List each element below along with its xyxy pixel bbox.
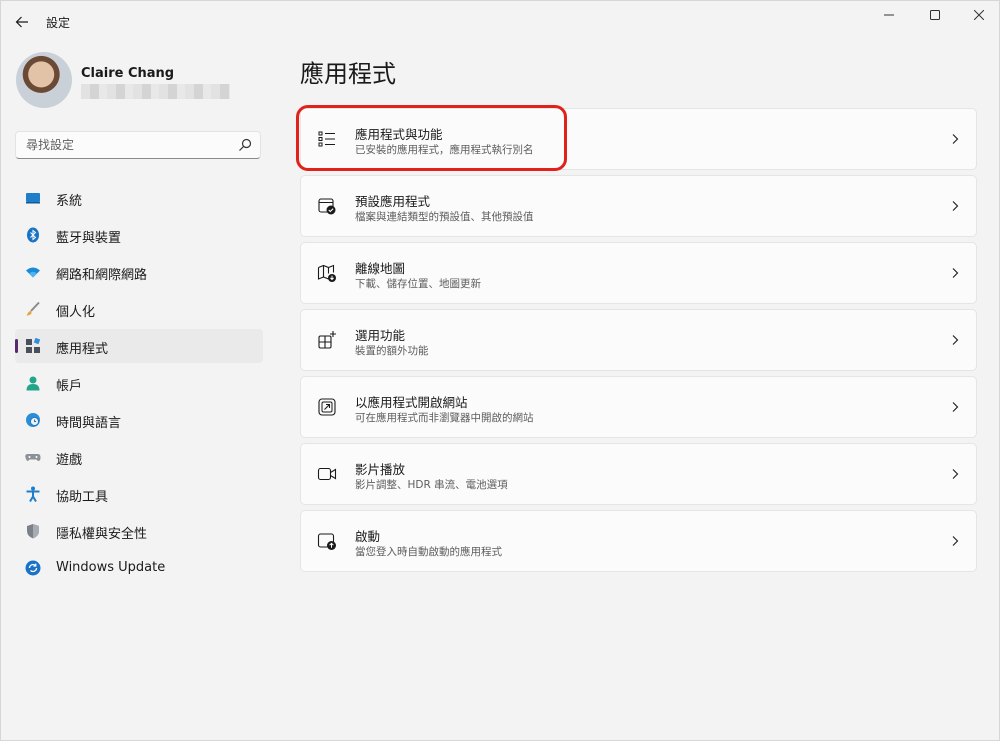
sidebar-item-label: 時間與語言 <box>56 416 122 431</box>
sidebar-item-gaming[interactable]: 遊戲 <box>15 440 263 474</box>
card-title: 應用程式與功能 <box>355 127 443 142</box>
card-startup[interactable]: 啟動 當您登入時自動啟動的應用程式 <box>300 510 977 572</box>
chevron-right-icon <box>952 402 959 412</box>
sidebar-item-label: 藍牙與裝置 <box>56 231 122 246</box>
search-icon[interactable] <box>238 138 252 152</box>
card-title: 預設應用程式 <box>355 194 431 209</box>
minimize-icon <box>884 14 894 16</box>
card-subtitle: 裝置的額外功能 <box>355 345 429 357</box>
card-apps-and-features[interactable]: 應用程式與功能 已安裝的應用程式，應用程式執行別名 <box>300 108 977 170</box>
update-icon <box>25 560 41 576</box>
sidebar-item-apps[interactable]: 應用程式 <box>15 329 263 363</box>
avatar[interactable] <box>16 52 72 108</box>
chevron-right-icon <box>952 469 959 479</box>
sidebar-nav: 系統 藍牙與裝置 網路和網際網路 個人化 應用程式 帳戶 時間與語言 遊戲 協助… <box>15 181 263 588</box>
system-icon <box>25 190 41 206</box>
minimize-button[interactable] <box>866 0 912 30</box>
settings-list: 應用程式與功能 已安裝的應用程式，應用程式執行別名 預設應用程式 檔案與連結類型… <box>300 108 977 577</box>
sidebar-item-label: Windows Update <box>56 560 166 575</box>
sidebar-item-label: 協助工具 <box>56 490 109 505</box>
chevron-right-icon <box>952 134 959 144</box>
card-title: 啟動 <box>355 529 381 544</box>
chevron-right-icon <box>952 536 959 546</box>
card-subtitle: 當您登入時自動啟動的應用程式 <box>355 546 502 558</box>
card-default-apps[interactable]: 預設應用程式 檔案與連結類型的預設值、其他預設值 <box>300 175 977 237</box>
brush-icon <box>25 301 41 317</box>
card-title: 影片播放 <box>355 462 406 477</box>
page-title: 應用程式 <box>300 60 396 88</box>
user-name: Claire Chang <box>81 66 175 81</box>
shield-icon <box>25 523 41 539</box>
open-website-icon <box>318 398 336 416</box>
card-offline-maps[interactable]: 離線地圖 下載、儲存位置、地圖更新 <box>300 242 977 304</box>
sidebar-item-label: 系統 <box>56 194 83 209</box>
card-video-playback[interactable]: 影片播放 影片調整、HDR 串流、電池選項 <box>300 443 977 505</box>
back-arrow-icon <box>15 16 28 28</box>
video-icon <box>317 467 337 481</box>
bluetooth-icon <box>25 227 41 243</box>
title-bar: 設定 <box>0 0 1000 44</box>
user-email-redacted <box>81 84 230 99</box>
chevron-right-icon <box>952 201 959 211</box>
wifi-icon <box>25 264 41 280</box>
card-title: 以應用程式開啟網站 <box>355 395 468 410</box>
maximize-button[interactable] <box>912 0 958 30</box>
search-box[interactable] <box>15 131 261 159</box>
card-subtitle: 下載、儲存位置、地圖更新 <box>355 278 481 290</box>
sidebar-item-system[interactable]: 系統 <box>15 181 263 215</box>
list-icon <box>318 131 335 147</box>
sidebar-item-label: 隱私權與安全性 <box>56 527 148 542</box>
optional-features-icon <box>318 331 336 349</box>
sidebar-item-label: 應用程式 <box>56 342 109 357</box>
sidebar-item-bluetooth[interactable]: 藍牙與裝置 <box>15 218 263 252</box>
globe-clock-icon <box>25 412 41 428</box>
gamepad-icon <box>25 449 41 465</box>
card-subtitle: 可在應用程式而非瀏覽器中開啟的網站 <box>355 412 534 424</box>
sidebar-item-accessibility[interactable]: 協助工具 <box>15 477 263 511</box>
maximize-icon <box>930 10 940 20</box>
accessibility-icon <box>25 486 41 502</box>
close-icon <box>974 10 984 20</box>
sidebar-item-time-language[interactable]: 時間與語言 <box>15 403 263 437</box>
card-title: 離線地圖 <box>355 261 406 276</box>
sidebar-item-label: 網路和網際網路 <box>56 268 148 283</box>
card-apps-for-websites[interactable]: 以應用程式開啟網站 可在應用程式而非瀏覽器中開啟的網站 <box>300 376 977 438</box>
chevron-right-icon <box>952 335 959 345</box>
apps-icon <box>25 338 41 354</box>
card-subtitle: 檔案與連結類型的預設值、其他預設值 <box>355 211 534 223</box>
card-optional-features[interactable]: 選用功能 裝置的額外功能 <box>300 309 977 371</box>
startup-icon <box>317 533 336 550</box>
chevron-right-icon <box>952 268 959 278</box>
app-title: 設定 <box>46 16 71 30</box>
search-input[interactable] <box>26 137 226 153</box>
default-apps-icon <box>318 198 336 215</box>
sidebar-item-label: 帳戶 <box>56 379 83 394</box>
sidebar-item-accounts[interactable]: 帳戶 <box>15 366 263 400</box>
account-icon <box>25 375 41 391</box>
sidebar-item-label: 個人化 <box>56 305 96 320</box>
sidebar-item-privacy[interactable]: 隱私權與安全性 <box>15 514 263 548</box>
card-title: 選用功能 <box>355 328 406 343</box>
back-button[interactable] <box>8 8 36 36</box>
sidebar-item-network[interactable]: 網路和網際網路 <box>15 255 263 289</box>
sidebar-item-windows-update[interactable]: Windows Update <box>15 551 263 585</box>
sidebar-item-label: 遊戲 <box>56 453 83 468</box>
close-button[interactable] <box>956 0 1000 30</box>
offline-map-icon <box>317 264 336 282</box>
card-subtitle: 已安裝的應用程式，應用程式執行別名 <box>355 144 534 156</box>
sidebar-item-personalization[interactable]: 個人化 <box>15 292 263 326</box>
card-subtitle: 影片調整、HDR 串流、電池選項 <box>355 479 508 491</box>
